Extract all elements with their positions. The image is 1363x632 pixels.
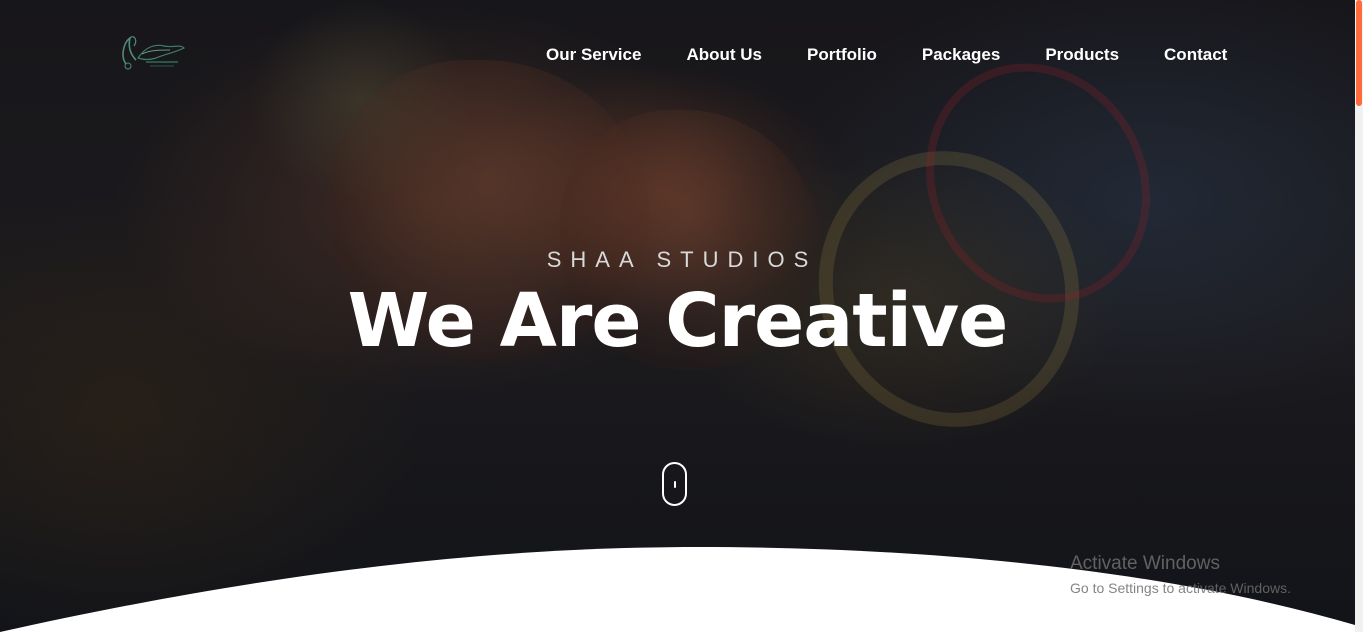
activate-windows-title: Activate Windows	[1070, 553, 1220, 574]
nav-item-packages[interactable]: Packages	[922, 44, 1000, 66]
windows-activation-watermark: Activate Windows Go to Settings to activ…	[1070, 553, 1291, 598]
hero-subtitle: SHAA STUDIOS	[546, 247, 818, 272]
activate-windows-subtitle: Go to Settings to activate Windows.	[1070, 580, 1291, 596]
scrollbar-thumb[interactable]	[1356, 0, 1362, 106]
hero-section: Our Service About Us Portfolio Packages …	[0, 0, 1355, 632]
mouse-scroll-icon[interactable]	[662, 462, 687, 506]
page-scrollbar[interactable]	[1355, 0, 1363, 632]
nav-item-contact[interactable]: Contact	[1164, 44, 1227, 66]
site-logo[interactable]	[116, 30, 188, 74]
nav-item-about-us[interactable]: About Us	[686, 44, 762, 66]
nav-item-products[interactable]: Products	[1045, 44, 1119, 66]
mouse-wheel	[674, 481, 676, 488]
nav-item-portfolio[interactable]: Portfolio	[807, 44, 877, 66]
hero-headline: We Are Creative	[347, 278, 1009, 364]
calligraphy-logo-icon	[122, 36, 186, 70]
main-nav: Our Service About Us Portfolio Packages …	[546, 44, 1227, 66]
nav-item-our-service[interactable]: Our Service	[546, 44, 641, 66]
